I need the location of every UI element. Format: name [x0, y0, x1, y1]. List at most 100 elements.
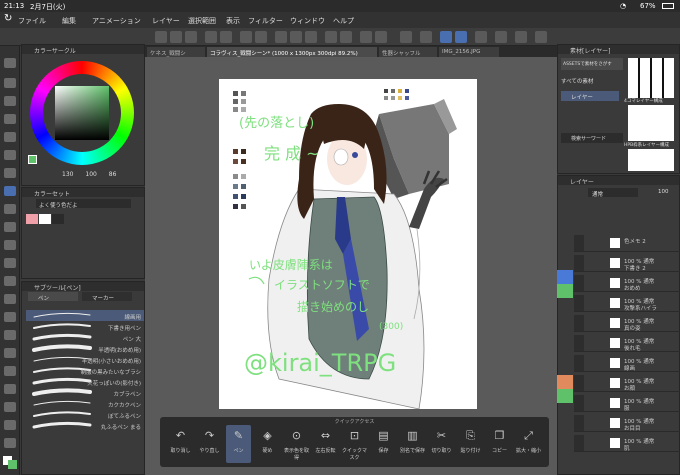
menu-filter[interactable]: フィルター [248, 16, 283, 26]
brush-item[interactable]: ぼてふるペン [26, 409, 144, 420]
brush-tool-icon[interactable] [4, 222, 16, 232]
opacity-value[interactable]: 100 [658, 189, 669, 195]
tab-canvas[interactable]: ケネス_戦闘シ [147, 47, 205, 57]
transform-icon[interactable] [275, 31, 287, 43]
fill-icon[interactable] [255, 31, 267, 43]
stroke-icon[interactable] [420, 31, 432, 43]
fill-tool-icon[interactable] [4, 312, 16, 322]
crop-icon[interactable] [340, 31, 352, 43]
quick-access-button[interactable]: ✂ 切り取り [429, 425, 454, 463]
tab-canvas[interactable]: 性器シャッフル [379, 47, 437, 57]
eye-icon[interactable] [574, 275, 584, 291]
quick-access-button[interactable]: ⤢ 拡大・縮小 [516, 425, 541, 463]
quick-access-button[interactable]: ↶ 取り消し [168, 425, 193, 463]
airbrush-tool-icon[interactable] [4, 240, 16, 250]
layer-row[interactable]: 100 % 通常 お目目 [574, 415, 680, 432]
open-icon[interactable] [170, 31, 182, 43]
brush-item[interactable]: 線画用 [26, 310, 144, 321]
eyedropper-icon[interactable] [4, 168, 16, 178]
quick-access-button[interactable]: ⎘ 貼り付け [458, 425, 483, 463]
figure-tool-icon[interactable] [4, 348, 16, 358]
quick-access-button[interactable]: ⊙ 表示色を取得 [284, 425, 309, 463]
quick-access-button[interactable]: ▤ 保存 [371, 425, 396, 463]
layer-color-marker[interactable] [557, 389, 573, 403]
ruler-view-icon[interactable] [475, 31, 487, 43]
balloon-tool-icon[interactable] [4, 420, 16, 430]
menu-animation[interactable]: アニメーション [92, 16, 141, 26]
quick-access-button[interactable]: ⇔ 左右反転 [313, 425, 338, 463]
current-color-swatch[interactable] [28, 155, 37, 164]
quick-access-button[interactable]: ⊡ クイックマスク [342, 425, 367, 463]
eye-icon[interactable] [574, 375, 584, 391]
settings-icon[interactable] [535, 31, 547, 43]
eye-icon[interactable] [574, 315, 584, 331]
clear-icon[interactable] [240, 31, 252, 43]
menu-layer[interactable]: レイヤー [152, 16, 180, 26]
material-thumb[interactable] [628, 149, 674, 171]
color-swatch[interactable] [52, 214, 64, 224]
material-thumb[interactable] [628, 105, 674, 141]
brush-item[interactable]: 半透明(おめめ用) [26, 343, 144, 354]
eye-icon[interactable] [574, 395, 584, 411]
brush-item[interactable]: カブラペン [26, 387, 144, 398]
decoration-tool-icon[interactable] [4, 258, 16, 268]
menu-view[interactable]: 表示 [226, 16, 240, 26]
layer-color-marker[interactable] [557, 375, 573, 389]
layer-row[interactable]: 100 % 通常 線画 [574, 355, 680, 372]
gradient-tool-icon[interactable] [4, 330, 16, 340]
undo-icon[interactable] [205, 31, 217, 43]
layer-row[interactable]: 100 % 通常 攻撃系ハイラ [574, 295, 680, 312]
brush-item[interactable]: カクカクペン [26, 398, 144, 409]
brush-item[interactable]: 火花っぽいの(影付き) [26, 376, 144, 387]
invert-selection-icon[interactable] [305, 31, 317, 43]
correct-line-icon[interactable] [4, 438, 16, 448]
quick-access-button[interactable]: ◈ 硬め [255, 425, 280, 463]
layer-color-marker[interactable] [557, 270, 573, 284]
lasso-icon[interactable] [325, 31, 337, 43]
tab-pen[interactable]: ペン [28, 292, 78, 302]
layer-row[interactable]: 100 % 通常服 [574, 395, 680, 412]
text-tool-icon[interactable] [4, 402, 16, 412]
quick-access-button[interactable]: ✎ ペン [226, 425, 251, 463]
menu-selection[interactable]: 選択範囲 [188, 16, 216, 26]
eye-icon[interactable] [574, 435, 584, 451]
tab-canvas-active[interactable]: コラヴィス_戦闘シーン* (1000 x 1300px 300dpi 89.2%… [207, 47, 377, 57]
layer-row[interactable]: 色メモ 2 [574, 235, 680, 252]
layer-row[interactable]: 100 % 通常 おめめ [574, 275, 680, 292]
app-logo-icon[interactable]: ↻ [4, 13, 12, 24]
eye-icon[interactable] [574, 255, 584, 271]
tab-marker[interactable]: マーカー [82, 292, 132, 302]
material-thumb[interactable] [628, 58, 674, 98]
color-icon[interactable] [495, 31, 507, 43]
snap-icon[interactable] [360, 31, 372, 43]
layer-move-icon[interactable] [4, 114, 16, 124]
save-icon[interactable] [185, 31, 197, 43]
window-icon[interactable] [515, 31, 527, 43]
color-set-dropdown[interactable]: よく使う色だよ [36, 199, 131, 209]
snap-ruler-icon[interactable] [440, 31, 452, 43]
auto-select-icon[interactable] [4, 150, 16, 160]
layer-color-marker[interactable] [557, 284, 573, 298]
eye-icon[interactable] [574, 235, 584, 251]
brush-item[interactable]: ペン 大 [26, 332, 144, 343]
ruler-tool-icon[interactable] [4, 384, 16, 394]
artwork-canvas[interactable]: (先の落とし) 完 成 ~ いよ皮膚陣系は イラストソフトで 描き始めのし (3… [219, 79, 477, 409]
quick-access-button[interactable]: ▥ 別名で保存 [400, 425, 425, 463]
menu-window[interactable]: ウィンドウ [290, 16, 325, 26]
zoom-tool-icon[interactable] [4, 58, 16, 68]
eye-icon[interactable] [574, 295, 584, 311]
pencil-tool-icon[interactable] [4, 204, 16, 214]
material-search-input[interactable]: 検索サーワード [561, 133, 623, 143]
blend-tool-icon[interactable] [4, 294, 16, 304]
color-swatch[interactable] [26, 214, 38, 224]
grid-icon[interactable] [400, 31, 412, 43]
brush-item[interactable]: 半透明(小さいおめめ用) [26, 354, 144, 365]
menu-file[interactable]: ファイル [18, 16, 46, 26]
layer-row[interactable]: 100 % 通常 下書き 2 [574, 255, 680, 272]
pen-tool-icon[interactable] [4, 186, 16, 196]
tab-canvas[interactable]: IMG_2156.JPG [439, 47, 499, 57]
brush-item[interactable]: 制服の黒みたいなブラシ [26, 365, 144, 376]
eye-icon[interactable] [574, 335, 584, 351]
eraser-tool-icon[interactable] [4, 276, 16, 286]
selection-tool-icon[interactable] [4, 132, 16, 142]
